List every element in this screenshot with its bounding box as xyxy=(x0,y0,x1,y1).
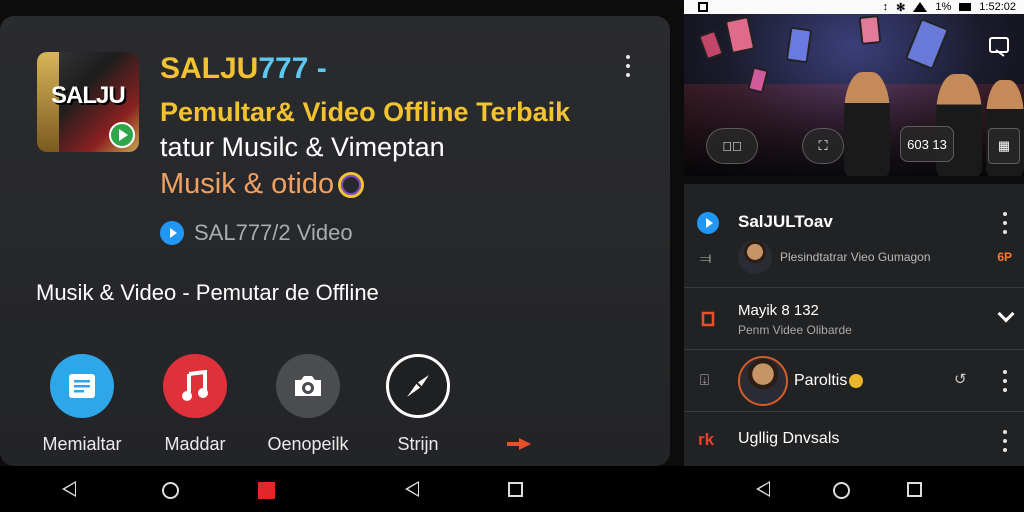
list-doc-icon xyxy=(50,354,114,418)
back-icon[interactable] xyxy=(756,481,770,497)
action-label-3: Oenopeilk xyxy=(267,434,349,454)
developer-row[interactable]: SAL777/2 Video xyxy=(160,220,353,246)
video-player[interactable]: ◁⃝ ⛶ 603 13 ▦ xyxy=(684,14,1024,176)
back-icon[interactable] xyxy=(405,481,419,497)
app-subtitle-line2: tatur Musilc & Vimeptan xyxy=(160,132,445,162)
action-button-1[interactable]: Memialtar xyxy=(27,354,137,455)
list-row-channel[interactable]: ⫤ Plesindtatrar Vieo Gumagon 6P xyxy=(684,232,1024,288)
bluetooth-icon: ✻ xyxy=(896,1,906,14)
bookmark-icon xyxy=(701,311,715,327)
profile-name-text: Paroltis xyxy=(794,372,848,389)
video-counter-text: 603 13 xyxy=(907,136,947,152)
row-last-text: Ugllig Dnvsals xyxy=(738,430,840,447)
list-header-row[interactable]: SalJULToav xyxy=(684,192,1024,234)
playlist-icon: ⫤ xyxy=(700,250,712,267)
app-title: SALJU777 - xyxy=(160,52,327,86)
battery-percent: 1% xyxy=(935,1,952,13)
app-title-part2: 777 - xyxy=(258,52,327,85)
video-counter: 603 13 xyxy=(900,126,954,162)
action-label-4: Strijn xyxy=(397,434,439,454)
music-note-icon xyxy=(163,354,227,418)
recents-icon[interactable] xyxy=(907,482,922,497)
app-subtitle-line1: Pemultar& Video Offline Terbaik xyxy=(160,97,571,127)
back-icon[interactable] xyxy=(62,481,76,497)
list-row-profile[interactable]: ⍗ Paroltis ↺ xyxy=(684,350,1024,412)
wifi-icon xyxy=(913,2,928,12)
channel-row-badge: 6P xyxy=(997,250,1012,264)
verified-icon xyxy=(849,373,864,388)
app-description: Musik & Video - Pemutar de Offline xyxy=(36,280,379,305)
video-phone-1 xyxy=(698,29,724,61)
video-back-button[interactable]: ◁⃝ xyxy=(706,128,758,164)
action-label-1: Memialtar xyxy=(42,434,122,454)
signal-icon: ↕ xyxy=(882,1,889,13)
chevron-down-icon[interactable] xyxy=(997,305,1015,323)
playlist-subtitle: Penm Videe Olibarde xyxy=(738,323,852,337)
channel-row-text: Plesindtatrar Vieo Gumagon xyxy=(780,250,931,264)
video-phone-2 xyxy=(724,15,756,55)
avatar xyxy=(738,240,772,274)
video-phone-3 xyxy=(785,26,813,64)
avatar xyxy=(738,356,788,406)
more-options-icon[interactable] xyxy=(625,55,631,77)
video-person-1 xyxy=(844,72,890,176)
status-time: 1:52:02 xyxy=(979,1,1016,13)
camera-icon xyxy=(276,354,340,418)
developer-name: SAL777/2 Video xyxy=(194,220,353,245)
row-glyph: rk xyxy=(698,430,715,449)
home-icon[interactable] xyxy=(833,482,850,499)
app-icon[interactable]: SALJU xyxy=(37,52,139,152)
play-circle-icon xyxy=(160,221,184,245)
navigation-bar xyxy=(0,466,1024,512)
share-compass-icon xyxy=(386,354,450,418)
notification-icon xyxy=(698,2,708,12)
list-header-title: SalJULToav xyxy=(738,212,833,231)
profile-name: Paroltis xyxy=(794,372,864,390)
app-subtitle-line3: Musik & otido xyxy=(160,168,365,201)
video-list-panel: SalJULToav ⫤ Plesindtatrar Vieo Gumagon … xyxy=(684,184,1024,466)
more-options-icon[interactable] xyxy=(1002,430,1008,452)
recents-icon[interactable] xyxy=(508,482,523,497)
action-button-3[interactable]: Oenopeilk xyxy=(253,354,363,455)
home-icon[interactable] xyxy=(162,482,179,499)
download-icon: ⍗ xyxy=(700,372,710,389)
action-button-2[interactable]: Maddar xyxy=(140,354,250,455)
app-icon-logo-text: SALJU xyxy=(51,82,126,109)
stop-icon[interactable] xyxy=(258,482,275,499)
play-badge-icon xyxy=(109,122,135,148)
app-detail-card: SALJU SALJU777 - Pemultar& Video Offline… xyxy=(0,16,670,466)
arrow-right-icon[interactable] xyxy=(505,436,533,452)
action-button-4[interactable]: Strijn xyxy=(363,354,473,455)
cast-icon[interactable] xyxy=(988,36,1010,58)
video-grid-button[interactable]: ▦ xyxy=(988,128,1020,164)
circle-badge-icon xyxy=(338,172,365,199)
list-row-last[interactable]: rk Ugllig Dnvsals xyxy=(684,412,1024,466)
more-options-icon[interactable] xyxy=(1002,370,1008,392)
more-options-icon[interactable] xyxy=(1002,212,1008,234)
status-bar: ↕ ✻ 1% 1:52:02 xyxy=(684,0,1024,14)
refresh-icon[interactable]: ↺ xyxy=(954,370,967,388)
video-phone-6 xyxy=(904,17,950,71)
action-label-2: Maddar xyxy=(164,434,226,454)
app-title-part1: SALJU xyxy=(160,52,259,85)
app-subtitle-line3-text: Musik & otido xyxy=(160,168,335,200)
battery-icon xyxy=(959,3,972,11)
play-circle-icon xyxy=(697,212,719,234)
playlist-title: Mayik 8 132 xyxy=(738,302,819,319)
video-fullscreen-button[interactable]: ⛶ xyxy=(802,128,844,164)
list-row-playlist[interactable]: Mayik 8 132 Penm Videe Olibarde xyxy=(684,288,1024,350)
video-phone-5 xyxy=(858,15,882,45)
action-row: Memialtar Maddar Oenopeilk Strijn xyxy=(30,354,550,464)
